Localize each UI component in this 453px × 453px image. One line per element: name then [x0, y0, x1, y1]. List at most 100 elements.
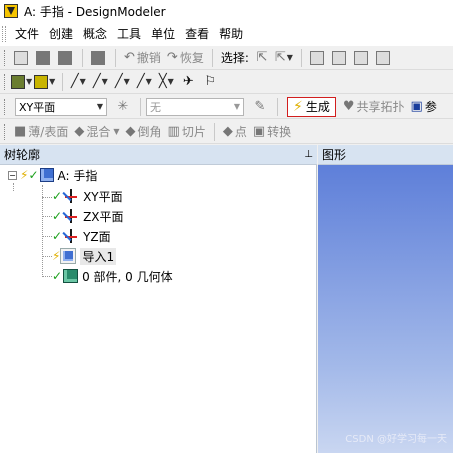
tree-line: [42, 276, 52, 277]
parameters-button[interactable]: ▣ 参: [408, 97, 440, 117]
toolbar-grip: [4, 123, 7, 140]
check-icon: ✓: [28, 168, 39, 182]
title-bar: A: 手指 - DesignModeler: [0, 0, 453, 22]
new-sketch-icon-button[interactable]: ✎: [250, 97, 270, 117]
parts-bodies-icon: [63, 269, 79, 283]
menu-view[interactable]: 查看: [180, 22, 214, 46]
tree-item-label: XY平面: [83, 189, 123, 204]
select-faces-button[interactable]: [351, 48, 371, 68]
flag-button[interactable]: ⚐: [200, 72, 220, 92]
graphics-viewport[interactable]: CSDN @好学习每一天: [318, 165, 453, 453]
chevron-down-icon: ▼: [101, 77, 108, 86]
menu-units[interactable]: 单位: [146, 22, 180, 46]
select-bodies-button[interactable]: [373, 48, 393, 68]
parameters-label: 参: [424, 100, 437, 114]
line-style-button-2[interactable]: ╱ ▼: [90, 72, 110, 92]
check-icon: ✓: [52, 189, 63, 203]
tree-root[interactable]: − ⚡ ✓ A: 手指: [8, 166, 97, 184]
plane-axis-icon: [62, 228, 79, 244]
select-points-button[interactable]: [307, 48, 327, 68]
chevron-down-icon: ▼: [123, 77, 130, 86]
plane-axis-icon: [62, 188, 79, 204]
menu-grip: [2, 26, 6, 42]
toolbar-standard: ↶ 撤销 ↷ 恢复 选择: ⇱ ⇱ ▼: [0, 46, 453, 70]
flag-icon: ⚐: [204, 74, 217, 89]
screenshot-button[interactable]: [88, 48, 108, 68]
redo-icon: ↷: [166, 50, 178, 65]
tree-item-label: ZX平面: [83, 209, 124, 224]
blend-button[interactable]: ◆ 混合 ▼: [71, 122, 122, 142]
new-sketch-button[interactable]: [11, 48, 31, 68]
menu-create[interactable]: 创建: [44, 22, 78, 46]
line-style-button-1[interactable]: ╱ ▼: [68, 72, 88, 92]
export-button[interactable]: [55, 48, 75, 68]
tree-outline-header: 树轮廓 ⊥: [0, 145, 317, 165]
tree-item-zx-plane[interactable]: ✓ ZX平面: [52, 207, 124, 225]
select-label: 选择:: [220, 51, 249, 65]
menu-file[interactable]: 文件: [10, 22, 44, 46]
collapse-icon[interactable]: −: [8, 170, 17, 180]
pin-button[interactable]: ✈: [178, 72, 198, 92]
chevron-down-icon: ▼: [233, 102, 240, 111]
generate-label: 生成: [305, 100, 330, 114]
separator: [300, 48, 302, 67]
sketch-select[interactable]: 无 ▼: [146, 97, 244, 116]
save-button[interactable]: [33, 48, 53, 68]
thin-surface-button[interactable]: ■ 薄/表面: [11, 122, 71, 142]
menu-help[interactable]: 帮助: [214, 22, 248, 46]
lightning-icon: ⚡: [20, 168, 29, 182]
menu-tools[interactable]: 工具: [112, 22, 146, 46]
separator: [211, 48, 213, 67]
line-style-button-5[interactable]: ╳ ▼: [156, 72, 176, 92]
thin-surface-label: 薄/表面: [28, 125, 69, 139]
pin-icon[interactable]: ⊥: [304, 149, 313, 160]
plane-select[interactable]: XY平面 ▼: [15, 97, 107, 116]
redo-button[interactable]: ↷ 恢复: [164, 48, 207, 68]
generate-button[interactable]: ⚡ 生成: [287, 96, 336, 117]
save-icon: [36, 50, 50, 65]
tree-root-label: A: 手指: [57, 168, 98, 183]
tree-item-label: 0 部件, 0 几何体: [82, 269, 173, 284]
select-type-button[interactable]: ⇱ ▼: [274, 48, 294, 68]
new-plane-button[interactable]: ✳: [113, 97, 133, 117]
select-edges-button[interactable]: [329, 48, 349, 68]
line-style-button-3[interactable]: ╱ ▼: [112, 72, 132, 92]
share-topology-button[interactable]: ♥ 共享拓扑: [340, 97, 408, 117]
chevron-down-icon: ▼: [286, 53, 293, 62]
toolbar-grip: [4, 98, 7, 115]
tree-line: [42, 236, 52, 237]
convert-icon: ▣: [252, 124, 266, 139]
tree-item-label: 导入1: [80, 247, 117, 265]
tree-item-parts[interactable]: ✓ 0 部件, 0 几何体: [52, 267, 173, 285]
pointer-plus-icon: ⇱: [274, 50, 286, 65]
watermark: CSDN @好学习每一天: [345, 434, 447, 445]
tree-line: [42, 197, 52, 198]
point-button[interactable]: ◆ 点: [220, 122, 250, 142]
undo-button[interactable]: ↶ 撤销: [121, 48, 164, 68]
line-icon: ╱: [70, 74, 79, 89]
select-mode-button[interactable]: ⇱: [252, 48, 272, 68]
chamfer-icon: ◆: [125, 124, 136, 139]
tree-line: [42, 185, 43, 277]
tree-item-xy-plane[interactable]: ✓ XY平面: [52, 187, 123, 205]
slice-button[interactable]: ▥ 切片: [165, 122, 209, 142]
display-mode-icon: [11, 74, 25, 89]
shading-mode-button[interactable]: ▼: [34, 72, 55, 92]
shading-icon: [34, 74, 49, 89]
convert-button[interactable]: ▣ 转换: [250, 122, 294, 142]
undo-label: 撤销: [136, 51, 161, 65]
menu-concept[interactable]: 概念: [78, 22, 112, 46]
chamfer-button[interactable]: ◆ 倒角: [123, 122, 165, 142]
toolbar-grip: [4, 73, 7, 90]
graphics-title: 图形: [322, 148, 347, 162]
separator: [115, 48, 116, 67]
parameters-icon: ▣: [410, 99, 423, 114]
tree-outline-panel: − ⚡ ✓ A: 手指 ✓ XY平面 ✓ ZX平面 ✓ YZ面 ⚡ 导入1 ✓ …: [0, 165, 317, 453]
toolbar-features: XY平面 ▼ ✳ 无 ▼ ✎ ⚡ 生成 ♥ 共享拓扑 ▣ 参: [0, 95, 453, 119]
display-mode-button[interactable]: ▼: [11, 72, 32, 92]
tree-item-yz-plane[interactable]: ✓ YZ面: [52, 227, 111, 245]
heart-icon: ♥: [342, 99, 355, 114]
line-style-button-4[interactable]: ╱ ▼: [134, 72, 154, 92]
window-title: A: 手指 - DesignModeler: [24, 4, 166, 19]
tree-item-import[interactable]: ⚡ 导入1: [52, 247, 117, 265]
